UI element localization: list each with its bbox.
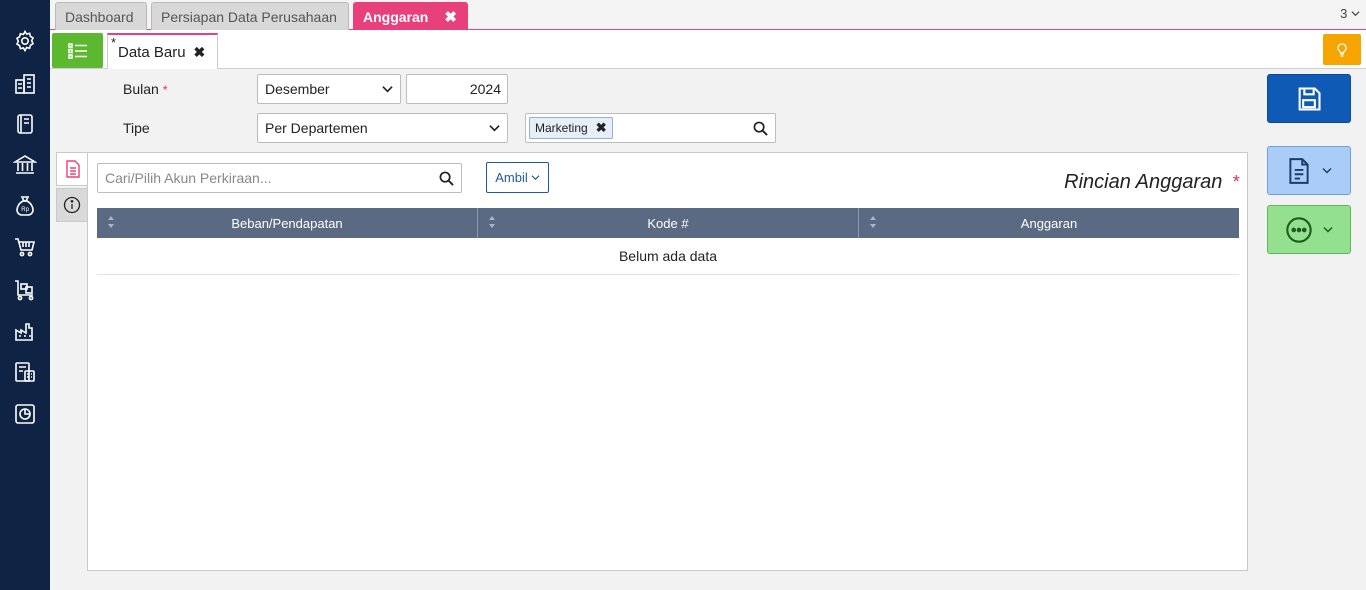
save-button[interactable] (1267, 74, 1351, 123)
more-actions-button[interactable] (1267, 205, 1351, 254)
money-bag-icon[interactable]: Rp (11, 192, 39, 220)
tipe-label: Tipe (123, 120, 150, 136)
tips-button[interactable] (1323, 34, 1361, 65)
building-icon[interactable] (11, 70, 39, 98)
bulan-select[interactable]: Desember (257, 74, 401, 104)
gear-icon[interactable] (11, 27, 39, 55)
svg-text:Rp: Rp (21, 207, 29, 213)
bank-icon[interactable] (11, 151, 39, 179)
delivery-cart-icon[interactable] (11, 276, 39, 304)
required-marker: * (1231, 172, 1239, 192)
tahun-value: 2024 (469, 81, 501, 97)
empty-table-message: Belum ada data (97, 238, 1239, 275)
tab-label: Anggaran (363, 8, 429, 25)
tab-label: Dashboard (65, 8, 134, 25)
sidebar: Rp (0, 0, 50, 590)
sort-icon (870, 216, 876, 228)
search-icon[interactable] (439, 171, 454, 186)
tab-count-dropdown[interactable]: 3 (1340, 6, 1360, 21)
document-menu-button[interactable] (1267, 146, 1351, 195)
table-header: Beban/Pendapatan Kode # Anggaran (97, 208, 1239, 238)
column-anggaran[interactable]: Anggaran (859, 208, 1239, 238)
bulan-label-text: Bulan (123, 81, 159, 97)
list-icon (67, 42, 87, 59)
tab-bar: Dashboard Persiapan Data Perusahaan Angg… (50, 0, 1366, 30)
ambil-label: Ambil (495, 170, 528, 185)
tab-detail[interactable] (56, 152, 88, 186)
column-beban-pendapatan[interactable]: Beban/Pendapatan (97, 208, 478, 238)
chevron-down-icon (382, 86, 393, 93)
sort-icon (489, 216, 495, 228)
chevron-down-icon (489, 125, 500, 132)
tab-persiapan-data-perusahaan[interactable]: Persiapan Data Perusahaan (151, 2, 349, 30)
save-icon (1298, 86, 1321, 111)
chevron-down-icon (531, 175, 540, 181)
close-icon[interactable]: ✖ (194, 44, 206, 61)
ambil-button[interactable]: Ambil (486, 162, 549, 193)
bulan-value: Desember (265, 81, 330, 97)
chip-label: Marketing (535, 121, 588, 135)
tipe-value: Per Departemen (265, 120, 368, 136)
required-marker: * (162, 83, 168, 97)
column-label: Anggaran (1020, 215, 1078, 231)
tipe-select[interactable]: Per Departemen (257, 113, 508, 143)
account-search-input[interactable]: Cari/Pilih Akun Perkiraan... (97, 163, 462, 193)
factory-icon[interactable] (11, 317, 39, 345)
column-label: Beban/Pendapatan (231, 215, 343, 231)
cart-icon[interactable] (11, 233, 39, 261)
book-icon[interactable] (11, 110, 39, 138)
column-kode[interactable]: Kode # (478, 208, 859, 238)
rincian-anggaran-panel: Cari/Pilih Akun Perkiraan... Ambil Rinci… (87, 152, 1248, 571)
department-multiselect[interactable]: Marketing ✖ (525, 113, 776, 143)
search-placeholder: Cari/Pilih Akun Perkiraan... (105, 170, 272, 186)
bulan-label: Bulan * (123, 81, 167, 97)
report-chart-icon[interactable] (11, 400, 39, 428)
department-chip: Marketing ✖ (529, 117, 613, 139)
document-icon (1289, 157, 1309, 184)
tab-anggaran[interactable]: Anggaran ✖ (353, 2, 468, 30)
close-icon[interactable]: ✖ (444, 8, 457, 26)
panel-title-text: Rincian Anggaran (1064, 171, 1223, 193)
tab-data-baru[interactable]: * Data Baru ✖ (107, 33, 218, 69)
search-icon[interactable] (753, 121, 768, 136)
list-menu-button[interactable] (52, 33, 103, 68)
panel-title: Rincian Anggaran * (1064, 171, 1239, 194)
document-icon (65, 160, 80, 178)
tahun-input[interactable]: 2024 (406, 74, 508, 104)
column-label: Kode # (647, 215, 689, 231)
lightbulb-icon (1337, 42, 1347, 57)
sort-icon (108, 216, 114, 228)
tab-count: 3 (1340, 6, 1348, 21)
chevron-down-icon (1323, 226, 1333, 233)
doc-tab-label: Data Baru (118, 43, 186, 61)
tab-label: Persiapan Data Perusahaan (161, 8, 337, 25)
tax-calculator-icon[interactable] (11, 358, 39, 386)
document-bar: * Data Baru ✖ (50, 30, 1366, 69)
chevron-down-icon (1322, 167, 1332, 174)
chip-remove-icon[interactable]: ✖ (596, 120, 607, 136)
chevron-down-icon (1351, 11, 1360, 17)
tab-dashboard[interactable]: Dashboard (55, 2, 147, 30)
tab-info[interactable] (56, 188, 88, 222)
more-icon (1286, 216, 1312, 243)
modified-indicator: * (111, 35, 117, 50)
info-icon (63, 196, 81, 214)
